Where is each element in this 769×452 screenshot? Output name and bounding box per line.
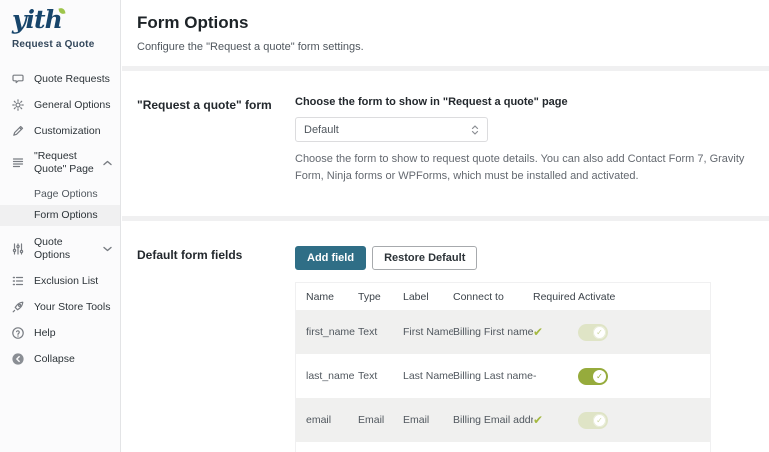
sidebar-item-label: Quote Requests [34, 73, 112, 86]
field-label-cell: Email [403, 414, 453, 426]
field-connect-cell: Billing First name [453, 326, 533, 338]
table-header-row: Name Type Label Connect to Required Acti… [296, 283, 710, 310]
pen-icon [11, 124, 25, 138]
page-title: Form Options [137, 13, 749, 33]
comment-icon [11, 72, 25, 86]
fields-table: Name Type Label Connect to Required Acti… [295, 282, 711, 452]
sidebar-item-label: Collapse [34, 353, 112, 366]
chevron-up-icon [103, 160, 112, 166]
sidebar-item-label: Help [34, 327, 112, 340]
table-row: email Email Email Billing Email address … [296, 398, 710, 442]
column-header-label: Label [403, 291, 453, 303]
sidebar-item-help[interactable]: Help [0, 320, 120, 346]
required-indicator [533, 325, 578, 339]
collapse-circle-icon [11, 352, 25, 366]
restore-default-button[interactable]: Restore Default [372, 246, 477, 270]
field-type-cell: Text [358, 326, 403, 338]
page-header: Form Options Configure the "Request a qu… [122, 0, 769, 53]
sidebar-item-general-options[interactable]: General Options [0, 92, 120, 118]
sidebar-menu: Quote Requests General Options Customiza… [0, 66, 120, 372]
field-label-cell: Last Name [403, 370, 453, 382]
sidebar-item-customization[interactable]: Customization [0, 118, 120, 144]
sidebar: yith Request a Quote Quote Requests Gene… [0, 0, 121, 452]
column-header-name: Name [306, 291, 358, 303]
question-icon [11, 326, 25, 340]
sidebar-item-label: "Request Quote" Page [34, 150, 94, 176]
request-quote-page-submenu: Page Options Form Options [0, 184, 120, 226]
required-indicator [533, 413, 578, 427]
activate-toggle[interactable]: ✓ [578, 324, 608, 341]
activate-toggle[interactable]: ✓ [578, 412, 608, 429]
yith-logo: yith [12, 6, 62, 34]
column-header-required: Required [533, 291, 578, 303]
field-name-cell: last_name [306, 370, 358, 382]
activate-toggle[interactable]: ✓ [578, 368, 608, 385]
section-body: Choose the form to show in "Request a qu… [295, 96, 769, 203]
field-label-cell: First Name [403, 326, 453, 338]
rocket-icon [11, 300, 25, 314]
product-name: Request a Quote [12, 39, 108, 50]
required-indicator: - [533, 370, 578, 382]
field-connect-cell: Billing Last name [453, 370, 533, 382]
gear-icon [11, 98, 25, 112]
brand-area: yith Request a Quote [0, 0, 120, 50]
default-fields-section: Default form fields Add field Restore De… [122, 221, 769, 452]
column-header-type: Type [358, 291, 403, 303]
submenu-item-label: Page Options [34, 188, 98, 200]
main-panel: Form Options Configure the "Request a qu… [122, 0, 769, 452]
table-row: phone Text Phone Billing Phone - ✓ [296, 442, 710, 452]
toggle-knob-check-icon: ✓ [593, 370, 606, 383]
form-select-label: Choose the form to show in "Request a qu… [295, 96, 769, 108]
field-connect-cell: Billing Email address [453, 414, 533, 426]
chevron-down-icon [103, 246, 112, 252]
add-field-button[interactable]: Add field [295, 246, 366, 270]
form-select-value: Default [304, 124, 339, 136]
sidebar-subitem-page-options[interactable]: Page Options [0, 184, 120, 205]
sidebar-subitem-form-options[interactable]: Form Options [0, 205, 120, 226]
toggle-knob-check-icon: ✓ [593, 326, 606, 339]
section-label: Default form fields [137, 246, 295, 452]
logo-text: yith [12, 5, 62, 34]
sidebar-item-label: Customization [34, 125, 112, 138]
section-label: "Request a quote" form [137, 96, 295, 203]
submenu-item-label: Form Options [34, 209, 98, 221]
field-name-cell: email [306, 414, 358, 426]
toggle-knob-check-icon: ✓ [593, 414, 606, 427]
page-subtitle: Configure the "Request a quote" form set… [137, 41, 749, 53]
list-icon [11, 274, 25, 288]
sidebar-item-exclusion-list[interactable]: Exclusion List [0, 268, 120, 294]
sidebar-item-label: Your Store Tools [34, 301, 112, 314]
column-header-connect-to: Connect to [453, 291, 533, 303]
form-select-description: Choose the form to show to request quote… [295, 151, 757, 185]
sidebar-item-label: Quote Options [34, 236, 94, 262]
field-type-cell: Email [358, 414, 403, 426]
table-row: last_name Text Last Name Billing Last na… [296, 354, 710, 398]
table-row: first_name Text First Name Billing First… [296, 310, 710, 354]
sidebar-item-request-quote-page[interactable]: "Request Quote" Page [0, 144, 120, 182]
form-chooser-section: "Request a quote" form Choose the form t… [122, 71, 769, 203]
field-name-cell: first_name [306, 326, 358, 338]
sidebar-item-label: General Options [34, 99, 112, 112]
field-type-cell: Text [358, 370, 403, 382]
column-header-activate: Activate [578, 291, 710, 303]
table-toolbar: Add field Restore Default [295, 246, 769, 270]
sidebar-item-label: Exclusion List [34, 275, 112, 288]
form-select[interactable]: Default [295, 117, 488, 142]
sidebar-item-collapse[interactable]: Collapse [0, 346, 120, 372]
app-window: yith Request a Quote Quote Requests Gene… [0, 0, 769, 452]
document-lines-icon [11, 156, 25, 170]
sidebar-item-quote-options[interactable]: Quote Options [0, 230, 120, 268]
sidebar-item-quote-requests[interactable]: Quote Requests [0, 66, 120, 92]
stepper-icon [471, 124, 479, 136]
section-body: Add field Restore Default Name Type Labe… [295, 246, 769, 452]
sidebar-item-your-store-tools[interactable]: Your Store Tools [0, 294, 120, 320]
sliders-icon [11, 242, 25, 256]
